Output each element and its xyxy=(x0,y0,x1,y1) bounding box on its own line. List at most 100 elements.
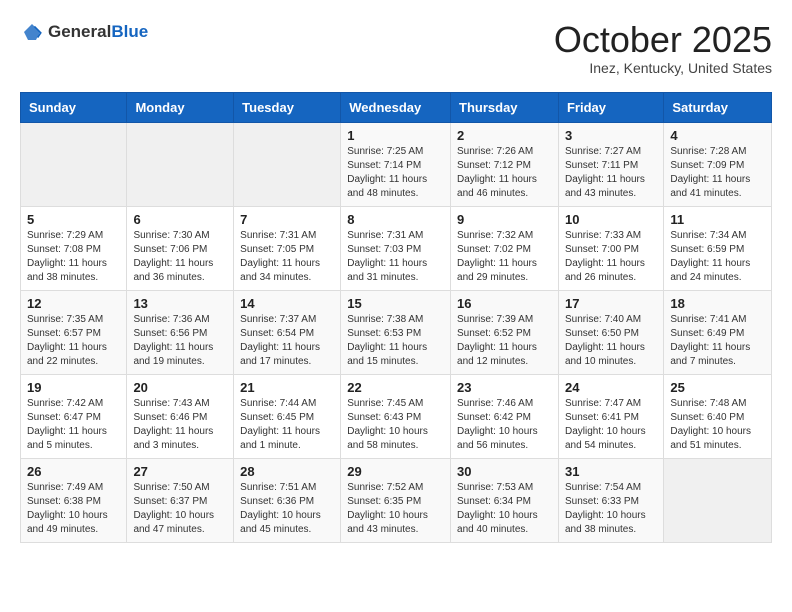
column-header-saturday: Saturday xyxy=(664,92,772,122)
day-info: Sunrise: 7:50 AM Sunset: 6:37 PM Dayligh… xyxy=(133,481,227,537)
day-info: Sunrise: 7:28 AM Sunset: 7:09 PM Dayligh… xyxy=(670,145,765,201)
calendar-week-row: 5 Sunrise: 7:29 AM Sunset: 7:08 PM Daylig… xyxy=(21,206,772,290)
day-number: 23 xyxy=(457,380,552,395)
calendar-cell: 19Sunrise: 7:42 AM Sunset: 6:47 PM Dayli… xyxy=(21,374,127,458)
day-info: Sunrise: 7:25 AM Sunset: 7:14 PM Dayligh… xyxy=(347,145,444,201)
day-number: 7 xyxy=(240,212,334,227)
day-number: 6 xyxy=(133,212,227,227)
day-info: Sunrise: 7:39 AM Sunset: 6:52 PM Dayligh… xyxy=(457,313,552,369)
day-number: 28 xyxy=(240,464,334,479)
day-number: 25 xyxy=(670,380,765,395)
calendar-table: SundayMondayTuesdayWednesdayThursdayFrid… xyxy=(20,92,772,543)
day-number: 18 xyxy=(670,296,765,311)
calendar-cell xyxy=(234,122,341,206)
column-header-sunday: Sunday xyxy=(21,92,127,122)
calendar-cell: 5 Sunrise: 7:29 AM Sunset: 7:08 PM Daylig… xyxy=(21,206,127,290)
day-number: 4 xyxy=(670,128,765,143)
column-header-tuesday: Tuesday xyxy=(234,92,341,122)
day-number: 5 xyxy=(27,212,120,227)
day-info: Sunrise: 7:37 AM Sunset: 6:54 PM Dayligh… xyxy=(240,313,334,369)
calendar-cell: 30Sunrise: 7:53 AM Sunset: 6:34 PM Dayli… xyxy=(451,458,559,542)
day-info: Sunrise: 7:31 AM Sunset: 7:05 PM Dayligh… xyxy=(240,229,334,285)
column-header-thursday: Thursday xyxy=(451,92,559,122)
day-info: Sunrise: 7:33 AM Sunset: 7:00 PM Dayligh… xyxy=(565,229,657,285)
day-info: Sunrise: 7:34 AM Sunset: 6:59 PM Dayligh… xyxy=(670,229,765,285)
day-number: 14 xyxy=(240,296,334,311)
day-info: Sunrise: 7:26 AM Sunset: 7:12 PM Dayligh… xyxy=(457,145,552,201)
day-info: Sunrise: 7:40 AM Sunset: 6:50 PM Dayligh… xyxy=(565,313,657,369)
day-info: Sunrise: 7:49 AM Sunset: 6:38 PM Dayligh… xyxy=(27,481,120,537)
calendar-cell: 20 Sunrise: 7:43 AM Sunset: 6:46 PM Dayli… xyxy=(127,374,234,458)
calendar-cell: 25 Sunrise: 7:48 AM Sunset: 6:40 PM Dayli… xyxy=(664,374,772,458)
day-number: 9 xyxy=(457,212,552,227)
day-info: Sunrise: 7:30 AM Sunset: 7:06 PM Dayligh… xyxy=(133,229,227,285)
calendar-cell xyxy=(21,122,127,206)
column-header-wednesday: Wednesday xyxy=(341,92,451,122)
calendar-cell: 29 Sunrise: 7:52 AM Sunset: 6:35 PM Dayli… xyxy=(341,458,451,542)
calendar-cell: 11 Sunrise: 7:34 AM Sunset: 6:59 PM Dayli… xyxy=(664,206,772,290)
day-number: 13 xyxy=(133,296,227,311)
day-info: Sunrise: 7:36 AM Sunset: 6:56 PM Dayligh… xyxy=(133,313,227,369)
logo-icon xyxy=(20,20,44,44)
calendar-cell: 21 Sunrise: 7:44 AM Sunset: 6:45 PM Dayli… xyxy=(234,374,341,458)
day-number: 1 xyxy=(347,128,444,143)
day-info: Sunrise: 7:27 AM Sunset: 7:11 PM Dayligh… xyxy=(565,145,657,201)
calendar-cell: 12 Sunrise: 7:35 AM Sunset: 6:57 PM Dayli… xyxy=(21,290,127,374)
day-number: 30 xyxy=(457,464,552,479)
title-block: October 2025 Inez, Kentucky, United Stat… xyxy=(554,20,772,76)
calendar-cell: 13 Sunrise: 7:36 AM Sunset: 6:56 PM Dayli… xyxy=(127,290,234,374)
calendar-cell: 31Sunrise: 7:54 AM Sunset: 6:33 PM Dayli… xyxy=(558,458,663,542)
day-info: Sunrise: 7:43 AM Sunset: 6:46 PM Dayligh… xyxy=(133,397,227,453)
column-header-friday: Friday xyxy=(558,92,663,122)
day-number: 11 xyxy=(670,212,765,227)
day-number: 19 xyxy=(27,380,120,395)
logo: GeneralBlue xyxy=(20,20,148,44)
day-number: 31 xyxy=(565,464,657,479)
logo-blue: Blue xyxy=(111,22,148,41)
calendar-cell: 18 Sunrise: 7:41 AM Sunset: 6:49 PM Dayli… xyxy=(664,290,772,374)
day-info: Sunrise: 7:38 AM Sunset: 6:53 PM Dayligh… xyxy=(347,313,444,369)
day-info: Sunrise: 7:44 AM Sunset: 6:45 PM Dayligh… xyxy=(240,397,334,453)
calendar-cell: 16 Sunrise: 7:39 AM Sunset: 6:52 PM Dayli… xyxy=(451,290,559,374)
day-number: 22 xyxy=(347,380,444,395)
day-number: 16 xyxy=(457,296,552,311)
day-number: 21 xyxy=(240,380,334,395)
calendar-cell: 10 Sunrise: 7:33 AM Sunset: 7:00 PM Dayli… xyxy=(558,206,663,290)
page-header: GeneralBlue October 2025 Inez, Kentucky,… xyxy=(20,20,772,76)
calendar-cell: 2 Sunrise: 7:26 AM Sunset: 7:12 PM Daylig… xyxy=(451,122,559,206)
calendar-cell: 27Sunrise: 7:50 AM Sunset: 6:37 PM Dayli… xyxy=(127,458,234,542)
calendar-cell: 6 Sunrise: 7:30 AM Sunset: 7:06 PM Daylig… xyxy=(127,206,234,290)
calendar-cell xyxy=(664,458,772,542)
day-number: 17 xyxy=(565,296,657,311)
calendar-week-row: 1 Sunrise: 7:25 AM Sunset: 7:14 PM Daylig… xyxy=(21,122,772,206)
calendar-cell: 28 Sunrise: 7:51 AM Sunset: 6:36 PM Dayli… xyxy=(234,458,341,542)
day-number: 10 xyxy=(565,212,657,227)
day-number: 29 xyxy=(347,464,444,479)
day-info: Sunrise: 7:51 AM Sunset: 6:36 PM Dayligh… xyxy=(240,481,334,537)
column-header-monday: Monday xyxy=(127,92,234,122)
day-number: 8 xyxy=(347,212,444,227)
day-number: 12 xyxy=(27,296,120,311)
day-number: 24 xyxy=(565,380,657,395)
calendar-cell: 15Sunrise: 7:38 AM Sunset: 6:53 PM Dayli… xyxy=(341,290,451,374)
day-number: 2 xyxy=(457,128,552,143)
calendar-cell: 8 Sunrise: 7:31 AM Sunset: 7:03 PM Daylig… xyxy=(341,206,451,290)
calendar-cell: 24Sunrise: 7:47 AM Sunset: 6:41 PM Dayli… xyxy=(558,374,663,458)
calendar-cell xyxy=(127,122,234,206)
calendar-cell: 14 Sunrise: 7:37 AM Sunset: 6:54 PM Dayli… xyxy=(234,290,341,374)
day-info: Sunrise: 7:35 AM Sunset: 6:57 PM Dayligh… xyxy=(27,313,120,369)
day-number: 20 xyxy=(133,380,227,395)
calendar-week-row: 12 Sunrise: 7:35 AM Sunset: 6:57 PM Dayli… xyxy=(21,290,772,374)
calendar-cell: 9Sunrise: 7:32 AM Sunset: 7:02 PM Daylig… xyxy=(451,206,559,290)
day-info: Sunrise: 7:45 AM Sunset: 6:43 PM Dayligh… xyxy=(347,397,444,453)
day-info: Sunrise: 7:48 AM Sunset: 6:40 PM Dayligh… xyxy=(670,397,765,453)
day-info: Sunrise: 7:41 AM Sunset: 6:49 PM Dayligh… xyxy=(670,313,765,369)
calendar-title: October 2025 xyxy=(554,20,772,60)
day-info: Sunrise: 7:52 AM Sunset: 6:35 PM Dayligh… xyxy=(347,481,444,537)
day-info: Sunrise: 7:29 AM Sunset: 7:08 PM Dayligh… xyxy=(27,229,120,285)
calendar-cell: 1 Sunrise: 7:25 AM Sunset: 7:14 PM Daylig… xyxy=(341,122,451,206)
day-info: Sunrise: 7:46 AM Sunset: 6:42 PM Dayligh… xyxy=(457,397,552,453)
logo-general: General xyxy=(48,22,111,41)
day-info: Sunrise: 7:31 AM Sunset: 7:03 PM Dayligh… xyxy=(347,229,444,285)
calendar-week-row: 26Sunrise: 7:49 AM Sunset: 6:38 PM Dayli… xyxy=(21,458,772,542)
